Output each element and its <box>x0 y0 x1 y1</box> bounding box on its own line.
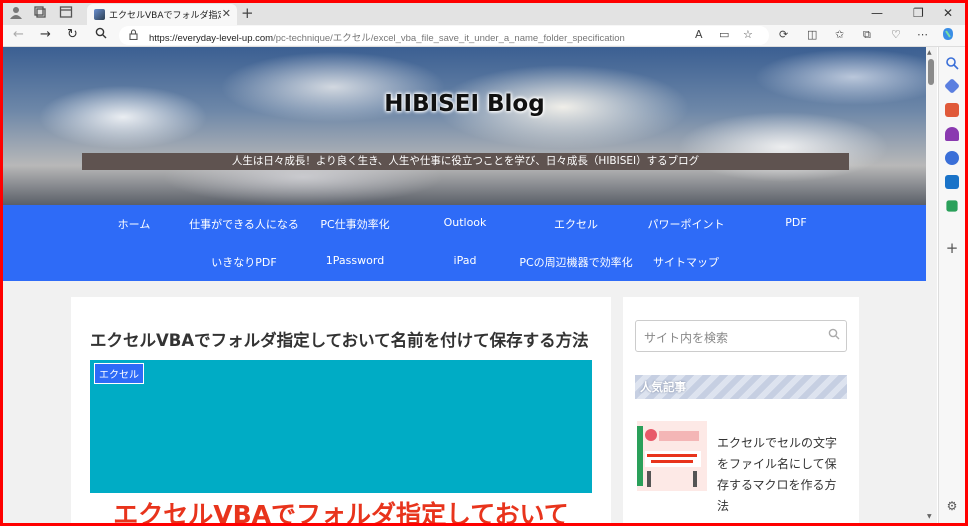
sidebar-search-icon[interactable] <box>945 55 959 70</box>
games-icon[interactable] <box>945 127 959 141</box>
page-scrollbar[interactable]: ▲ ▼ <box>926 47 937 523</box>
back-icon[interactable]: ← <box>13 27 24 42</box>
web-page: HIBISEI Blog 人生は日々成長！より良く生き、人生や仕事に役立つことを… <box>3 47 926 523</box>
nav-item-pdf[interactable]: PDF <box>741 216 851 229</box>
add-sidebar-app-icon[interactable]: + <box>945 241 959 256</box>
tools-briefcase-icon[interactable] <box>945 103 959 117</box>
nav-item-home[interactable]: ホーム <box>79 216 189 232</box>
site-search-input[interactable]: サイト内を検索 <box>635 320 847 352</box>
popular-article-thumbnail[interactable] <box>637 421 707 491</box>
workspaces-icon[interactable] <box>31 5 49 23</box>
sidebar-settings-icon[interactable]: ⚙ <box>945 499 959 513</box>
scrollbar-thumb[interactable] <box>928 59 934 85</box>
designer-icon[interactable] <box>946 200 958 212</box>
site-tagline: 人生は日々成長！より良く生き、人生や仕事に役立つことを学び、日々成長（HIBIS… <box>82 153 849 170</box>
immersive-reader-icon[interactable]: ▭ <box>719 28 729 41</box>
profile-icon[interactable] <box>7 5 25 23</box>
minimize-button[interactable]: — <box>871 6 883 20</box>
eyecatch-text: エクセルVBAでフォルダ指定しておいて <box>113 500 569 523</box>
url-path: /pc-technique/エクセル/excel_vba_file_save_i… <box>273 33 625 44</box>
new-tab-button[interactable]: + <box>241 4 254 22</box>
favorite-star-icon[interactable]: ☆ <box>743 28 753 41</box>
tab-title: エクセルVBAでフォルダ指定しておいて <box>109 11 221 21</box>
nav-item-ipad[interactable]: iPad <box>410 254 520 267</box>
global-nav: ホーム 仕事ができる人になる PC仕事効率化 Outlook エクセル パワーポ… <box>3 205 926 281</box>
shopping-tag-icon[interactable] <box>944 78 960 94</box>
browser-essentials-icon[interactable]: ♡ <box>891 28 901 41</box>
site-favicon-icon <box>94 9 105 20</box>
nav-item-outlook[interactable]: Outlook <box>410 216 520 229</box>
eyecatch-image: エクセル エクセルVBAでフォルダ指定しておいて <box>90 360 592 523</box>
edge-sidebar: + ⚙ <box>938 47 965 523</box>
copilot-icon[interactable] <box>941 27 955 44</box>
popular-articles-heading: 人気記事 <box>635 375 847 399</box>
nav-item-excel[interactable]: エクセル <box>521 216 631 232</box>
forward-icon[interactable]: → <box>40 27 51 42</box>
favorites-icon[interactable]: ✩ <box>835 28 844 41</box>
read-aloud-icon[interactable]: A <box>695 28 703 41</box>
site-header-banner: HIBISEI Blog 人生は日々成長！より良く生き、人生や仕事に役立つことを… <box>3 47 926 205</box>
sidebar: サイト内を検索 人気記事 エクセルでセルの文字をファイル名にして保存するマクロを… <box>623 297 859 523</box>
browser-tab-bar: エクセルVBAでフォルダ指定しておいて ✕ + — ❐ ✕ <box>3 3 965 25</box>
outlook-icon[interactable] <box>945 175 959 189</box>
lock-icon[interactable] <box>129 29 138 43</box>
more-menu-icon[interactable]: ⋯ <box>917 28 928 41</box>
tab-close-button[interactable]: ✕ <box>222 7 231 20</box>
category-label[interactable]: エクセル <box>94 363 144 384</box>
url-text[interactable]: https://everyday-level-up.com/pc-techniq… <box>149 30 625 44</box>
microsoft-365-icon[interactable] <box>945 151 959 165</box>
popular-heading-label: 人気記事 <box>640 380 686 394</box>
collections-icon[interactable]: ⧉ <box>863 28 871 42</box>
tab-actions-icon[interactable] <box>57 5 75 23</box>
nav-item-pc-peripherals[interactable]: PCの周辺機器で効率化 <box>509 254 643 270</box>
article-card: エクセルVBAでフォルダ指定しておいて名前を付けて保存する方法 エクセル エクセ… <box>71 297 611 523</box>
extensions-icon[interactable]: ⟳ <box>779 28 788 41</box>
active-tab[interactable]: エクセルVBAでフォルダ指定しておいて ✕ <box>87 4 237 25</box>
browser-toolbar: ← → ↻ https://everyday-level-up.com/pc-t… <box>3 25 965 47</box>
popular-article-title[interactable]: エクセルでセルの文字をファイル名にして保存するマクロを作る方法 <box>717 433 845 517</box>
search-icon[interactable] <box>95 27 107 43</box>
nav-item-1password[interactable]: 1Password <box>300 254 410 267</box>
nav-item-pc-efficiency[interactable]: PC仕事効率化 <box>300 216 410 232</box>
maximize-button[interactable]: ❐ <box>913 6 924 20</box>
url-host: https://everyday-level-up.com <box>149 33 274 44</box>
reload-icon[interactable]: ↻ <box>67 27 78 42</box>
search-placeholder: サイト内を検索 <box>644 331 729 345</box>
split-screen-icon[interactable]: ◫ <box>807 28 817 41</box>
nav-item-ikinari-pdf[interactable]: いきなりPDF <box>189 254 299 270</box>
article-title: エクセルVBAでフォルダ指定しておいて名前を付けて保存する方法 <box>90 331 589 350</box>
nav-item-work[interactable]: 仕事ができる人になる <box>189 216 299 232</box>
address-bar[interactable]: https://everyday-level-up.com/pc-techniq… <box>119 26 769 45</box>
close-window-button[interactable]: ✕ <box>943 6 953 20</box>
nav-item-sitemap[interactable]: サイトマップ <box>631 254 741 270</box>
search-submit-icon[interactable] <box>828 328 840 344</box>
nav-item-powerpoint[interactable]: パワーポイント <box>631 216 741 232</box>
site-title[interactable]: HIBISEI Blog <box>3 91 926 117</box>
scroll-down-icon[interactable]: ▼ <box>927 513 932 520</box>
eyecatch-band: エクセルVBAでフォルダ指定しておいて <box>90 493 592 523</box>
scroll-up-icon[interactable]: ▲ <box>927 49 932 56</box>
